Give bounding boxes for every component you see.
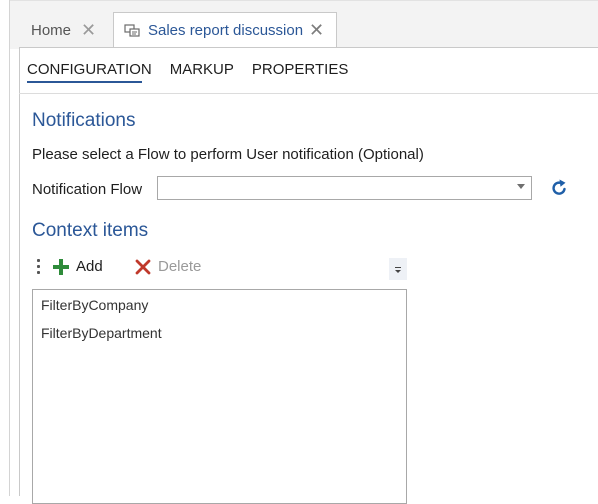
- tab-sales-label: Sales report discussion: [148, 22, 304, 39]
- chevron-down-icon: [517, 184, 525, 189]
- discussion-icon: [124, 23, 140, 37]
- subtab-properties[interactable]: PROPERTIES: [252, 61, 348, 78]
- subtab-bar: CONFIGURATION MARKUP PROPERTIES: [27, 61, 348, 78]
- tab-home-label: Home: [31, 21, 72, 39]
- toolbar-overflow-button[interactable]: [389, 258, 407, 280]
- delete-x-icon: [135, 259, 151, 274]
- delete-button[interactable]: Delete: [135, 258, 201, 275]
- notifications-description: Please select a Flow to perform User not…: [32, 146, 424, 163]
- left-edge-strip: [0, 0, 10, 496]
- delete-button-label: Delete: [158, 258, 202, 275]
- divider: [19, 93, 598, 94]
- list-item[interactable]: FilterByDepartment: [41, 325, 162, 341]
- context-items-heading: Context items: [32, 220, 149, 241]
- notifications-heading: Notifications: [32, 110, 136, 131]
- refresh-icon[interactable]: [549, 178, 569, 198]
- overflow-arrow-icon: [395, 270, 401, 273]
- context-items-list[interactable]: FilterByCompany FilterByDepartment: [32, 289, 407, 504]
- tab-sales-report-discussion[interactable]: Sales report discussion ✕: [113, 12, 337, 48]
- toolbar-grip-icon[interactable]: [37, 259, 40, 277]
- close-icon[interactable]: ✕: [81, 20, 96, 41]
- active-subtab-indicator: [27, 81, 142, 83]
- add-button[interactable]: Add: [53, 258, 103, 275]
- list-item[interactable]: FilterByCompany: [41, 297, 148, 313]
- overflow-bar-icon: [395, 267, 401, 268]
- tab-home[interactable]: Home ✕: [19, 12, 113, 48]
- plus-icon: [53, 258, 69, 275]
- context-items-toolbar: Add Delete: [33, 256, 407, 278]
- add-button-label: Add: [76, 258, 103, 275]
- subtab-markup[interactable]: MARKUP: [170, 61, 234, 78]
- notification-flow-label: Notification Flow: [32, 181, 143, 198]
- close-icon[interactable]: ✕: [309, 20, 324, 41]
- subtab-configuration[interactable]: CONFIGURATION: [27, 61, 152, 78]
- notification-flow-select[interactable]: [157, 176, 532, 200]
